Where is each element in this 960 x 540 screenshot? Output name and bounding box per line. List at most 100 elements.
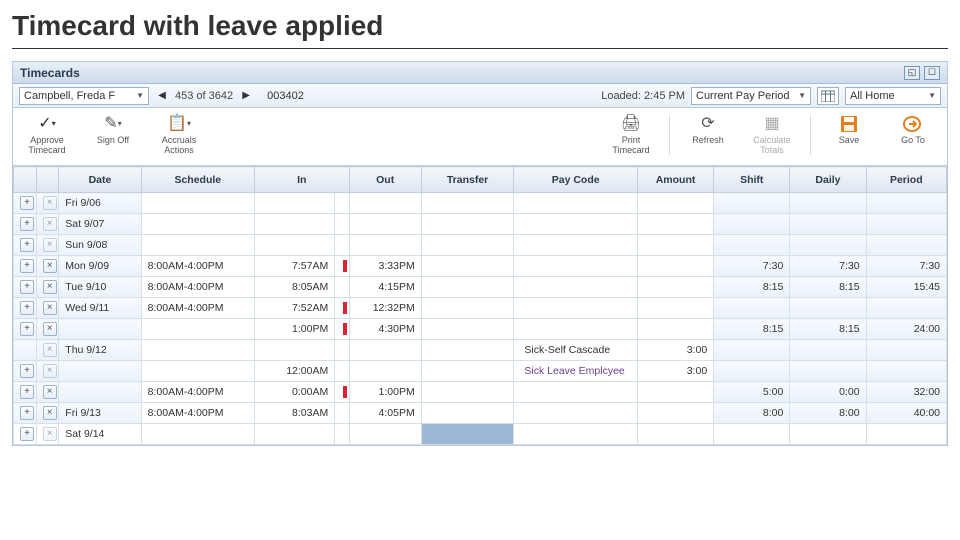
delete-row-button[interactable]: × — [43, 406, 57, 420]
cell-in[interactable]: 7:52AM — [254, 298, 334, 319]
cell-schedule[interactable]: 8:00AM-4:00PM — [141, 277, 254, 298]
cell-out[interactable] — [349, 424, 421, 445]
cell-schedule[interactable] — [141, 193, 254, 214]
cell-transfer[interactable] — [421, 256, 514, 277]
add-row-button[interactable]: + — [20, 280, 34, 294]
cell-date[interactable]: Fri 9/06 — [59, 193, 141, 214]
cell-out[interactable] — [349, 193, 421, 214]
cell-in[interactable] — [254, 235, 334, 256]
save-button[interactable]: Save — [823, 114, 875, 156]
cell-date[interactable]: Mon 9/09 — [59, 256, 141, 277]
add-row-button[interactable]: + — [20, 364, 34, 378]
print-button[interactable]: 🖨 Print Timecard — [605, 114, 657, 156]
cell-out[interactable] — [349, 340, 421, 361]
delete-row-button[interactable]: × — [43, 364, 57, 378]
add-row-button[interactable]: + — [20, 238, 34, 252]
cell-in[interactable] — [254, 193, 334, 214]
add-row-button[interactable]: + — [20, 322, 34, 336]
pay-period-select[interactable]: Current Pay Period ▼ — [691, 87, 811, 105]
cell-paycode[interactable]: Sick-Self Cascade — [514, 340, 638, 361]
maximize-button[interactable]: ☐ — [924, 66, 940, 80]
cell-out[interactable] — [349, 235, 421, 256]
cell-paycode[interactable] — [514, 214, 638, 235]
delete-row-button[interactable]: × — [43, 238, 57, 252]
cell-amount[interactable] — [637, 277, 713, 298]
cell-schedule[interactable]: 8:00AM-4:00PM — [141, 256, 254, 277]
cell-amount[interactable] — [637, 256, 713, 277]
cell-transfer[interactable] — [421, 382, 514, 403]
cell-paycode[interactable]: Sick Leave Emplcyee — [514, 361, 638, 382]
cell-paycode[interactable] — [514, 382, 638, 403]
cell-amount[interactable] — [637, 235, 713, 256]
cell-transfer[interactable] — [421, 298, 514, 319]
cell-date[interactable]: Thu 9/12 — [59, 340, 141, 361]
cell-in[interactable] — [254, 214, 334, 235]
delete-row-button[interactable]: × — [43, 301, 57, 315]
cell-date[interactable]: Wed 9/11 — [59, 298, 141, 319]
cell-schedule[interactable] — [141, 340, 254, 361]
cell-transfer[interactable] — [421, 214, 514, 235]
prev-employee-button[interactable]: ◀ — [155, 89, 169, 103]
cell-date[interactable]: Sat 9/14 — [59, 424, 141, 445]
cell-schedule[interactable] — [141, 214, 254, 235]
cell-paycode[interactable] — [514, 235, 638, 256]
cell-in[interactable]: 8:05AM — [254, 277, 334, 298]
cell-out[interactable]: 4:05PM — [349, 403, 421, 424]
approve-timecard-button[interactable]: ✓▾ Approve Timecard — [21, 114, 73, 156]
restore-button[interactable]: ◱ — [904, 66, 920, 80]
cell-transfer[interactable] — [421, 319, 514, 340]
cell-in[interactable]: 0:00AM — [254, 382, 334, 403]
cell-schedule[interactable]: 8:00AM-4:00PM — [141, 382, 254, 403]
cell-amount[interactable] — [637, 424, 713, 445]
delete-row-button[interactable]: × — [43, 280, 57, 294]
cell-transfer[interactable] — [421, 235, 514, 256]
add-row-button[interactable]: + — [20, 301, 34, 315]
cell-paycode[interactable] — [514, 424, 638, 445]
cell-paycode[interactable] — [514, 319, 638, 340]
cell-schedule[interactable] — [141, 235, 254, 256]
cell-paycode[interactable] — [514, 298, 638, 319]
cell-schedule[interactable]: 8:00AM-4:00PM — [141, 403, 254, 424]
cell-amount[interactable] — [637, 382, 713, 403]
cell-amount[interactable] — [637, 214, 713, 235]
cell-amount[interactable] — [637, 298, 713, 319]
delete-row-button[interactable]: × — [43, 343, 57, 357]
home-filter-select[interactable]: All Home ▼ — [845, 87, 941, 105]
cell-date[interactable] — [59, 382, 141, 403]
cell-date[interactable] — [59, 319, 141, 340]
refresh-button[interactable]: ⟳ Refresh — [682, 114, 734, 156]
cell-date[interactable]: Tue 9/10 — [59, 277, 141, 298]
employee-select[interactable]: Campbell, Freda F ▼ — [19, 87, 149, 105]
cell-amount[interactable] — [637, 319, 713, 340]
add-row-button[interactable]: + — [20, 217, 34, 231]
cell-amount[interactable]: 3:00 — [637, 340, 713, 361]
delete-row-button[interactable]: × — [43, 427, 57, 441]
cell-transfer[interactable] — [421, 193, 514, 214]
delete-row-button[interactable]: × — [43, 322, 57, 336]
accruals-actions-button[interactable]: 📋▾ Accruals Actions — [153, 114, 205, 156]
delete-row-button[interactable]: × — [43, 217, 57, 231]
cell-paycode[interactable] — [514, 193, 638, 214]
cell-in[interactable]: 8:03AM — [254, 403, 334, 424]
cell-amount[interactable] — [637, 193, 713, 214]
cell-out[interactable]: 4:15PM — [349, 277, 421, 298]
cell-out[interactable] — [349, 214, 421, 235]
cell-out[interactable]: 4:30PM — [349, 319, 421, 340]
delete-row-button[interactable]: × — [43, 196, 57, 210]
cell-transfer[interactable] — [421, 403, 514, 424]
cell-schedule[interactable] — [141, 319, 254, 340]
cell-date[interactable]: Sat 9/07 — [59, 214, 141, 235]
cell-transfer[interactable] — [421, 424, 514, 445]
go-to-button[interactable]: Go To — [887, 114, 939, 156]
add-row-button[interactable]: + — [20, 196, 34, 210]
cell-transfer[interactable] — [421, 361, 514, 382]
cell-paycode[interactable] — [514, 403, 638, 424]
cell-paycode[interactable] — [514, 256, 638, 277]
cell-amount[interactable]: 3:00 — [637, 361, 713, 382]
add-row-button[interactable]: + — [20, 406, 34, 420]
add-row-button[interactable]: + — [20, 259, 34, 273]
cell-in[interactable]: 12:00AM — [254, 361, 334, 382]
cell-out[interactable] — [349, 361, 421, 382]
cell-schedule[interactable] — [141, 361, 254, 382]
cell-in[interactable] — [254, 424, 334, 445]
